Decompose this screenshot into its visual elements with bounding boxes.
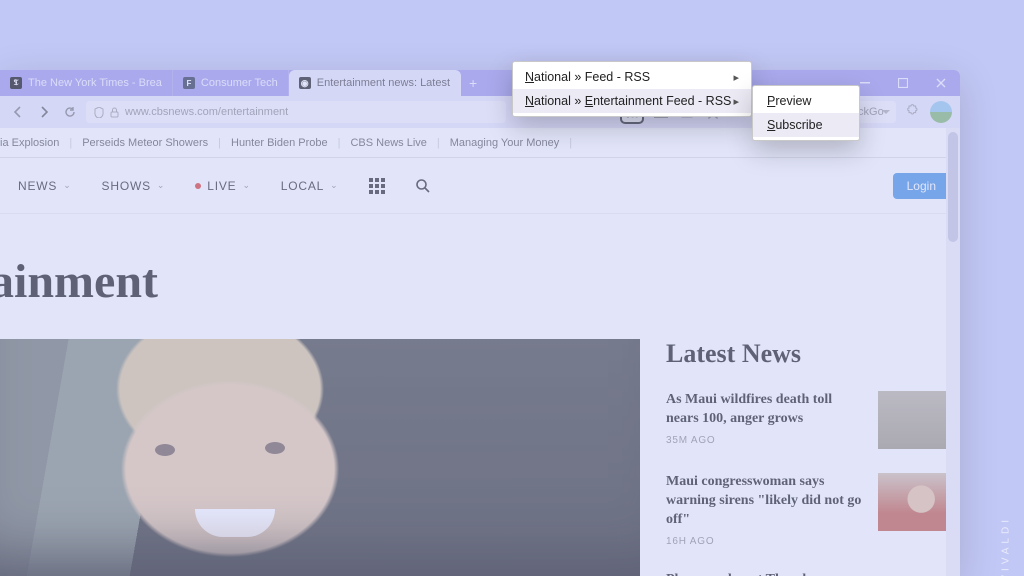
favicon-cbs: ◉ (299, 77, 311, 89)
nav-news[interactable]: NEWS ⌄ (18, 179, 72, 193)
nav-local[interactable]: LOCAL ⌄ (281, 179, 339, 193)
chevron-right-icon (38, 106, 50, 118)
menu-label: National » Entertainment Feed - RSS (525, 94, 731, 108)
profile-avatar[interactable] (930, 101, 952, 123)
forward-button[interactable] (34, 102, 54, 122)
nav-shows[interactable]: SHOWS ⌄ (102, 179, 166, 193)
news-thumbnail (878, 473, 950, 531)
submenu-arrow-icon: ▸ (733, 71, 739, 84)
minimize-icon (860, 78, 870, 88)
close-icon (936, 78, 946, 88)
submenu-arrow-icon: ▸ (733, 95, 739, 108)
login-label: Login (907, 179, 936, 193)
nav-label: LOCAL (281, 179, 324, 193)
live-indicator-icon (195, 183, 201, 189)
site-primary-nav: NEWS ⌄ SHOWS ⌄ LIVE ⌄ LOCAL ⌄ Login (0, 158, 960, 214)
brand-watermark: VIVALDI (1001, 516, 1012, 576)
vertical-scrollbar[interactable] (946, 128, 960, 576)
favicon-nyt: 𝕿 (10, 77, 22, 89)
hero-image[interactable] (0, 339, 640, 576)
trend-item[interactable]: Hunter Biden Probe (231, 137, 328, 149)
url-bar[interactable]: www.cbsnews.com/entertainment (86, 101, 506, 123)
nav-label: NEWS (18, 179, 57, 193)
news-headline: Plane crashes at Thunder (666, 571, 950, 576)
news-thumbnail (878, 391, 950, 449)
reload-button[interactable] (60, 102, 80, 122)
tab-nyt[interactable]: 𝕿 The New York Times - Brea (0, 70, 173, 96)
login-button[interactable]: Login (893, 173, 950, 199)
latest-news-sidebar: Latest News As Maui wildfires death toll… (666, 339, 950, 576)
new-tab-button[interactable]: + (461, 70, 485, 96)
close-button[interactable] (922, 70, 960, 96)
trend-item[interactable]: Managing Your Money (450, 137, 559, 149)
tab-label: Entertainment news: Latest (317, 77, 450, 89)
maximize-button[interactable] (884, 70, 922, 96)
section-heading: ainment (0, 214, 960, 339)
menu-label: Subscribe (767, 118, 823, 132)
nav-label: SHOWS (102, 179, 151, 193)
menu-item-entertainment-feed[interactable]: National » Entertainment Feed - RSS ▸ (513, 89, 751, 113)
extensions-button[interactable] (904, 103, 922, 121)
news-item[interactable]: Maui congresswoman says warning sirens "… (666, 473, 950, 547)
browser-window: 𝕿 The New York Times - Brea F Consumer T… (0, 70, 960, 576)
site-search-button[interactable] (415, 178, 431, 194)
plus-icon: + (469, 75, 477, 91)
trend-item[interactable]: ia Explosion (0, 137, 59, 149)
magnifier-icon (415, 178, 431, 194)
news-item[interactable]: Plane crashes at Thunder (666, 571, 950, 576)
nav-live[interactable]: LIVE ⌄ (195, 179, 251, 193)
menu-item-national-feed[interactable]: National » Feed - RSS ▸ (513, 65, 751, 89)
back-button[interactable] (8, 102, 28, 122)
web-page-content: ia Explosion| Perseids Meteor Showers| H… (0, 128, 960, 576)
rss-action-submenu: Preview Subscribe (752, 85, 860, 141)
nav-label: LIVE (207, 179, 236, 193)
shield-icon (94, 107, 104, 118)
news-timestamp: 35M AGO (666, 435, 866, 446)
maximize-icon (898, 78, 908, 88)
trend-item[interactable]: CBS News Live (350, 137, 426, 149)
tab-label: The New York Times - Brea (28, 77, 162, 89)
sidebar-heading: Latest News (666, 339, 950, 369)
rss-feeds-menu: National » Feed - RSS ▸ National » Enter… (512, 61, 752, 117)
chevron-down-icon: ⌄ (63, 180, 71, 191)
grid-icon (369, 178, 385, 194)
trend-item[interactable]: Perseids Meteor Showers (82, 137, 208, 149)
menu-label: National » Feed - RSS (525, 70, 650, 84)
menu-label: Preview (767, 94, 811, 108)
favicon-forbes: F (183, 77, 195, 89)
chevron-down-icon: ⌄ (157, 180, 165, 191)
scrollbar-thumb[interactable] (948, 132, 958, 242)
news-timestamp: 16H AGO (666, 536, 866, 547)
news-item[interactable]: As Maui wildfires death toll nears 100, … (666, 391, 950, 449)
tab-consumer-tech[interactable]: F Consumer Tech (173, 70, 289, 96)
menu-item-subscribe[interactable]: Subscribe (753, 113, 859, 137)
chevron-left-icon (12, 106, 24, 118)
tab-label: Consumer Tech (201, 77, 278, 89)
url-text: www.cbsnews.com/entertainment (125, 106, 288, 118)
menu-item-preview[interactable]: Preview (753, 89, 859, 113)
chevron-down-icon: ⌄ (330, 180, 338, 191)
news-headline: As Maui wildfires death toll nears 100, … (666, 391, 866, 429)
tab-entertainment-active[interactable]: ◉ Entertainment news: Latest (289, 70, 461, 96)
news-headline: Maui congresswoman says warning sirens "… (666, 473, 866, 530)
reload-icon (64, 106, 76, 118)
apps-grid-button[interactable] (369, 178, 385, 194)
lock-icon (110, 107, 119, 118)
chevron-down-icon: ⌄ (242, 180, 250, 191)
window-controls (846, 70, 960, 96)
puzzle-icon (905, 104, 921, 120)
